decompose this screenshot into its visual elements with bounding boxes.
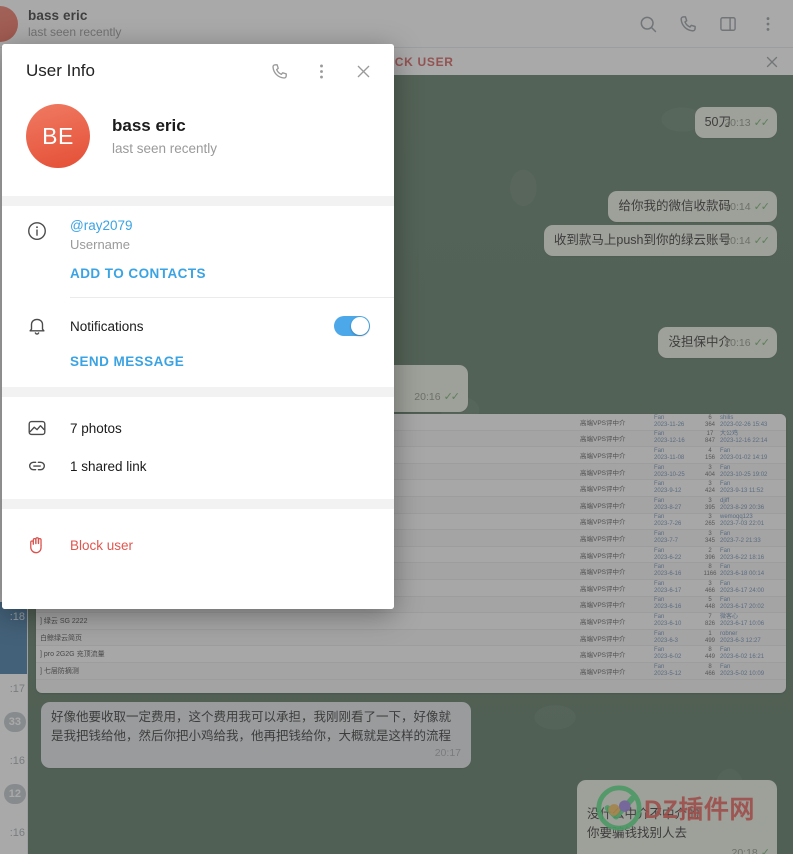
photos-row[interactable]: 7 photos [2,409,394,447]
profile-name: bass eric [112,116,186,135]
username-body: @ray2079 Username [70,206,370,264]
notifications-label: Notifications [70,318,144,334]
profile-summary: BE bass eric last seen recently [2,98,394,196]
dialog-title: User Info [26,61,95,80]
send-message-row[interactable]: SEND MESSAGE [2,354,394,387]
dialog-header: User Info [2,44,394,98]
shared-media-section: 7 photos 1 shared link [2,397,394,499]
block-user-label: Block user [70,537,134,553]
section-divider [2,499,394,509]
link-icon [26,447,70,485]
call-icon[interactable] [262,54,296,88]
more-vertical-icon[interactable] [304,54,338,88]
info-section: @ray2079 Username ADD TO CONTACTS Notifi… [2,206,394,387]
notifications-toggle[interactable] [334,316,370,336]
section-divider [2,387,394,397]
toggle-knob [351,317,369,335]
telegram-window: ] 2台写高端VPS评中介Fan2023-11-266364shilis2023… [0,0,793,854]
username-row[interactable]: @ray2079 Username [2,206,394,264]
add-to-contacts-button[interactable]: ADD TO CONTACTS [70,264,370,297]
dialog-header-actions [262,54,380,88]
hand-stop-icon [26,521,70,569]
shared-links-label: 1 shared link [70,458,147,474]
notifications-row[interactable]: Notifications [2,298,394,354]
bell-icon [26,298,70,354]
avatar[interactable]: BE [26,104,90,168]
add-to-contacts-row[interactable]: ADD TO CONTACTS [2,264,394,297]
profile-texts: bass eric last seen recently [112,116,217,156]
send-message-button[interactable]: SEND MESSAGE [70,354,370,387]
add-to-contacts-body: ADD TO CONTACTS [70,264,370,297]
shared-links-row[interactable]: 1 shared link [2,447,394,485]
send-message-body: SEND MESSAGE [70,354,370,387]
section-divider [2,196,394,206]
photo-icon [26,409,70,447]
close-icon[interactable] [346,54,380,88]
block-user-row[interactable]: Block user [2,521,394,569]
block-user-section: Block user [2,509,394,609]
photos-label: 7 photos [70,420,122,436]
info-icon [26,206,70,264]
username-value[interactable]: @ray2079 [70,218,370,233]
user-info-dialog: User Info BE bass eric last seen recentl… [2,44,394,609]
username-label: Username [70,237,130,252]
profile-status: last seen recently [112,141,218,156]
